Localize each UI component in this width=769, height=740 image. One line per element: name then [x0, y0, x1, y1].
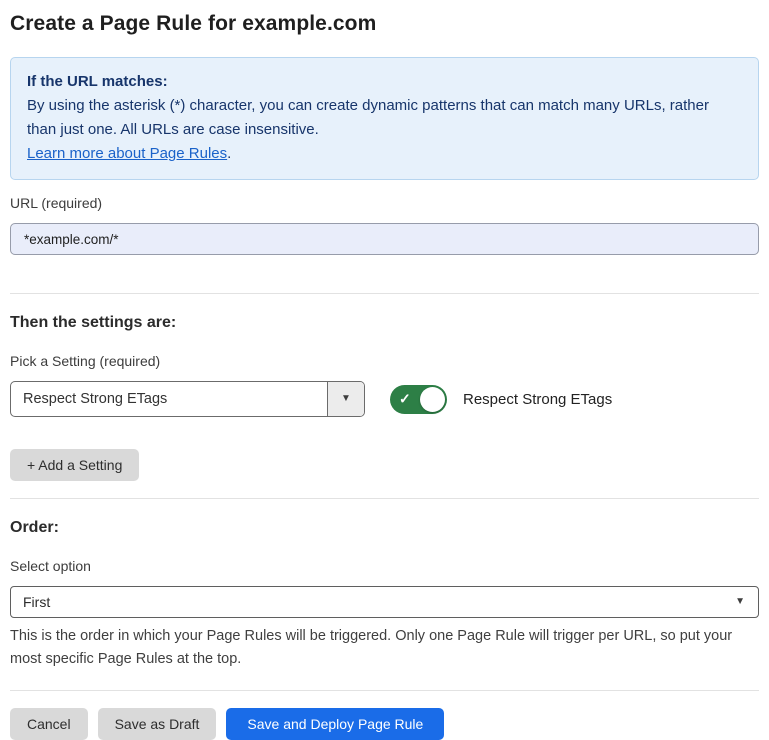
link-suffix: . — [227, 145, 231, 162]
info-box-body: By using the asterisk (*) character, you… — [27, 94, 717, 142]
divider — [10, 690, 759, 691]
toggle-knob — [420, 387, 445, 412]
check-icon: ✓ — [399, 391, 411, 408]
setting-dropdown[interactable]: Respect Strong ETags ▼ — [10, 381, 365, 417]
setting-dropdown-value: Respect Strong ETags — [11, 382, 327, 416]
form-actions: Cancel Save as Draft Save and Deploy Pag… — [10, 708, 759, 740]
pick-setting-label: Pick a Setting (required) — [10, 353, 759, 369]
setting-toggle-wrap: ✓ Respect Strong ETags — [390, 385, 612, 414]
add-setting-button[interactable]: + Add a Setting — [10, 449, 139, 481]
setting-dropdown-arrow-button[interactable]: ▼ — [327, 382, 364, 416]
learn-more-link[interactable]: Learn more about Page Rules — [27, 145, 227, 162]
setting-row: Respect Strong ETags ▼ ✓ Respect Strong … — [10, 381, 759, 417]
setting-toggle[interactable]: ✓ — [390, 385, 447, 414]
order-select-value: First — [23, 594, 50, 610]
info-box-link-line: Learn more about Page Rules. — [27, 142, 742, 166]
order-section-heading: Order: — [10, 519, 759, 537]
save-and-deploy-button[interactable]: Save and Deploy Page Rule — [226, 708, 444, 740]
order-select-label: Select option — [10, 558, 759, 574]
save-as-draft-button[interactable]: Save as Draft — [98, 708, 217, 740]
chevron-down-icon: ▼ — [735, 597, 745, 607]
order-select[interactable]: First ▼ — [10, 586, 759, 618]
chevron-down-icon: ▼ — [341, 394, 351, 404]
info-box-heading: If the URL matches: — [27, 70, 742, 94]
divider — [10, 293, 759, 294]
url-field-label: URL (required) — [10, 195, 759, 211]
page-title: Create a Page Rule for example.com — [10, 12, 759, 36]
order-help-text: This is the order in which your Page Rul… — [10, 625, 759, 671]
page-rule-form: Create a Page Rule for example.com If th… — [0, 0, 769, 740]
settings-section-heading: Then the settings are: — [10, 314, 759, 332]
url-match-info-box: If the URL matches: By using the asteris… — [10, 57, 759, 180]
setting-toggle-label: Respect Strong ETags — [463, 391, 612, 408]
cancel-button[interactable]: Cancel — [10, 708, 88, 740]
divider — [10, 498, 759, 499]
url-input[interactable] — [10, 223, 759, 255]
